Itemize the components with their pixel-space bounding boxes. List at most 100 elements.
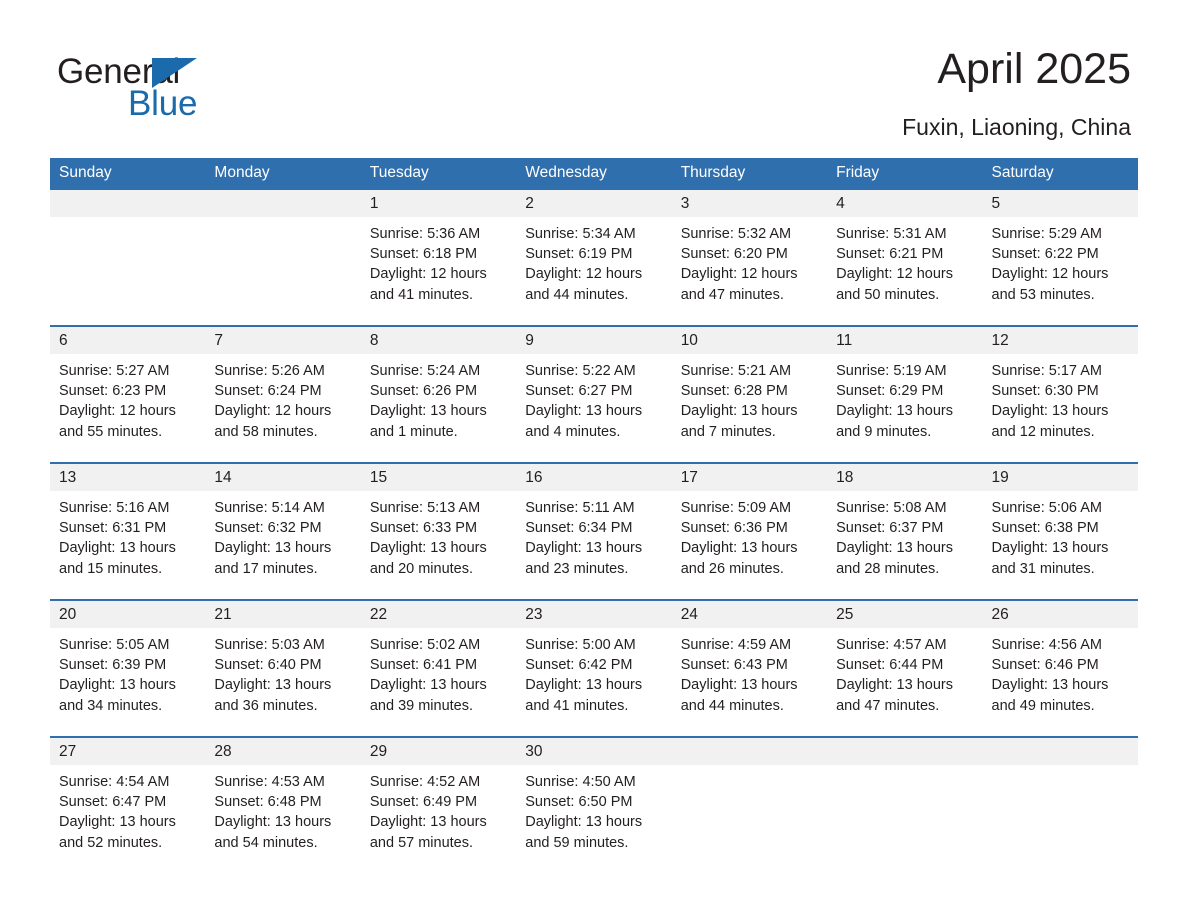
daylight-text-line1: Daylight: 12 hours [991, 266, 1109, 283]
day-number[interactable] [205, 190, 360, 217]
day-number[interactable]: 28 [205, 738, 360, 765]
day-cell[interactable]: Sunrise: 5:05 AM Sunset: 6:39 PM Dayligh… [50, 628, 205, 736]
day-cell[interactable]: Sunrise: 5:26 AM Sunset: 6:24 PM Dayligh… [205, 354, 360, 462]
day-cell[interactable]: Sunrise: 4:54 AM Sunset: 6:47 PM Dayligh… [50, 765, 205, 869]
day-cell[interactable]: Sunrise: 5:24 AM Sunset: 6:26 PM Dayligh… [361, 354, 516, 462]
day-number[interactable]: 27 [50, 738, 205, 765]
day-cell[interactable]: Sunrise: 5:17 AM Sunset: 6:30 PM Dayligh… [983, 354, 1138, 462]
weekday-header-wednesday: Wednesday [525, 164, 607, 181]
daylight-text-line2: and 44 minutes. [525, 286, 629, 303]
day-number[interactable]: 11 [827, 327, 982, 354]
daylight-text-line2: and 52 minutes. [59, 834, 163, 851]
page-title: April 2025 [937, 45, 1131, 93]
day-number[interactable]: 1 [361, 190, 516, 217]
sunset-text: Sunset: 6:20 PM [680, 246, 788, 263]
day-cell[interactable]: Sunrise: 4:59 AM Sunset: 6:43 PM Dayligh… [672, 628, 827, 736]
daylight-text-line1: Daylight: 12 hours [214, 403, 332, 420]
day-cell[interactable]: Sunrise: 4:53 AM Sunset: 6:48 PM Dayligh… [205, 765, 360, 869]
day-cell[interactable]: Sunrise: 5:11 AM Sunset: 6:34 PM Dayligh… [516, 491, 671, 599]
day-number[interactable]: 10 [672, 327, 827, 354]
day-number[interactable]: 8 [361, 327, 516, 354]
day-cell[interactable] [672, 765, 827, 869]
sunrise-text: Sunrise: 4:54 AM [59, 774, 170, 790]
day-cell[interactable]: Sunrise: 4:50 AM Sunset: 6:50 PM Dayligh… [516, 765, 671, 869]
day-cell[interactable]: Sunrise: 5:34 AM Sunset: 6:19 PM Dayligh… [516, 217, 671, 325]
day-number[interactable] [50, 190, 205, 217]
day-number[interactable] [983, 738, 1138, 765]
day-cell[interactable]: Sunrise: 5:31 AM Sunset: 6:21 PM Dayligh… [827, 217, 982, 325]
day-number[interactable]: 14 [205, 464, 360, 491]
day-number[interactable]: 9 [516, 327, 671, 354]
day-number[interactable]: 7 [205, 327, 360, 354]
day-cell[interactable]: Sunrise: 4:57 AM Sunset: 6:44 PM Dayligh… [827, 628, 982, 736]
day-number[interactable]: 30 [516, 738, 671, 765]
day-number[interactable]: 3 [672, 190, 827, 217]
day-cell[interactable]: Sunrise: 5:08 AM Sunset: 6:37 PM Dayligh… [827, 491, 982, 599]
daylight-text-line1: Daylight: 13 hours [680, 677, 798, 694]
daylight-text-line1: Daylight: 13 hours [525, 814, 643, 831]
calendar-grid: Sunday Monday Tuesday Wednesday Thursday… [50, 158, 1138, 869]
daylight-text-line2: and 4 minutes. [525, 423, 621, 440]
day-cell[interactable]: Sunrise: 5:19 AM Sunset: 6:29 PM Dayligh… [827, 354, 982, 462]
day-cell[interactable]: Sunrise: 5:32 AM Sunset: 6:20 PM Dayligh… [672, 217, 827, 325]
day-number[interactable]: 19 [983, 464, 1138, 491]
day-number[interactable]: 21 [205, 601, 360, 628]
day-number[interactable]: 13 [50, 464, 205, 491]
day-cell[interactable]: Sunrise: 5:22 AM Sunset: 6:27 PM Dayligh… [516, 354, 671, 462]
daylight-text-line1: Daylight: 13 hours [991, 403, 1109, 420]
daylight-text-line1: Daylight: 13 hours [991, 540, 1109, 557]
day-cell[interactable] [50, 217, 205, 325]
day-number[interactable]: 22 [361, 601, 516, 628]
day-cell[interactable]: Sunrise: 5:13 AM Sunset: 6:33 PM Dayligh… [361, 491, 516, 599]
day-cell[interactable]: Sunrise: 5:09 AM Sunset: 6:36 PM Dayligh… [672, 491, 827, 599]
day-number[interactable]: 16 [516, 464, 671, 491]
day-cell[interactable]: Sunrise: 5:16 AM Sunset: 6:31 PM Dayligh… [50, 491, 205, 599]
sunrise-text: Sunrise: 5:16 AM [59, 500, 170, 516]
daylight-text-line1: Daylight: 13 hours [525, 677, 643, 694]
day-number[interactable]: 2 [516, 190, 671, 217]
day-cell[interactable]: Sunrise: 5:36 AM Sunset: 6:18 PM Dayligh… [361, 217, 516, 325]
day-number[interactable]: 4 [827, 190, 982, 217]
daylight-text-line2: and 31 minutes. [991, 560, 1095, 577]
week-day-details: Sunrise: 4:54 AM Sunset: 6:47 PM Dayligh… [50, 765, 1138, 869]
day-cell[interactable]: Sunrise: 5:21 AM Sunset: 6:28 PM Dayligh… [672, 354, 827, 462]
logo[interactable]: General Blue [57, 52, 287, 123]
day-number[interactable]: 23 [516, 601, 671, 628]
daylight-text-line2: and 49 minutes. [991, 697, 1095, 714]
day-number[interactable]: 15 [361, 464, 516, 491]
day-number[interactable]: 20 [50, 601, 205, 628]
sunrise-text: Sunrise: 5:11 AM [525, 500, 635, 516]
day-cell[interactable]: Sunrise: 5:00 AM Sunset: 6:42 PM Dayligh… [516, 628, 671, 736]
sunset-text: Sunset: 6:24 PM [214, 383, 322, 400]
day-cell[interactable]: Sunrise: 5:27 AM Sunset: 6:23 PM Dayligh… [50, 354, 205, 462]
day-number[interactable]: 18 [827, 464, 982, 491]
day-number[interactable]: 24 [672, 601, 827, 628]
day-number[interactable]: 26 [983, 601, 1138, 628]
day-cell[interactable]: Sunrise: 5:06 AM Sunset: 6:38 PM Dayligh… [983, 491, 1138, 599]
day-number[interactable] [672, 738, 827, 765]
sunrise-text: Sunrise: 5:31 AM [836, 226, 947, 242]
day-cell[interactable] [983, 765, 1138, 869]
day-cell[interactable]: Sunrise: 5:29 AM Sunset: 6:22 PM Dayligh… [983, 217, 1138, 325]
day-cell[interactable]: Sunrise: 5:03 AM Sunset: 6:40 PM Dayligh… [205, 628, 360, 736]
day-number[interactable]: 29 [361, 738, 516, 765]
day-cell[interactable]: Sunrise: 4:52 AM Sunset: 6:49 PM Dayligh… [361, 765, 516, 869]
day-number[interactable] [827, 738, 982, 765]
day-cell[interactable] [205, 217, 360, 325]
day-cell[interactable]: Sunrise: 5:14 AM Sunset: 6:32 PM Dayligh… [205, 491, 360, 599]
sunset-text: Sunset: 6:36 PM [680, 520, 788, 537]
daylight-text-line2: and 58 minutes. [214, 423, 318, 440]
daylight-text-line1: Daylight: 13 hours [59, 677, 176, 694]
sunrise-text: Sunrise: 4:53 AM [214, 774, 325, 790]
day-number[interactable]: 5 [983, 190, 1138, 217]
sunset-text: Sunset: 6:43 PM [680, 657, 788, 674]
day-number[interactable]: 17 [672, 464, 827, 491]
day-number[interactable]: 6 [50, 327, 205, 354]
daylight-text-line2: and 59 minutes. [525, 834, 629, 851]
day-cell[interactable]: Sunrise: 5:02 AM Sunset: 6:41 PM Dayligh… [361, 628, 516, 736]
day-number[interactable]: 25 [827, 601, 982, 628]
day-cell[interactable] [827, 765, 982, 869]
day-number[interactable]: 12 [983, 327, 1138, 354]
sunrise-text: Sunrise: 5:34 AM [525, 226, 636, 242]
day-cell[interactable]: Sunrise: 4:56 AM Sunset: 6:46 PM Dayligh… [983, 628, 1138, 736]
